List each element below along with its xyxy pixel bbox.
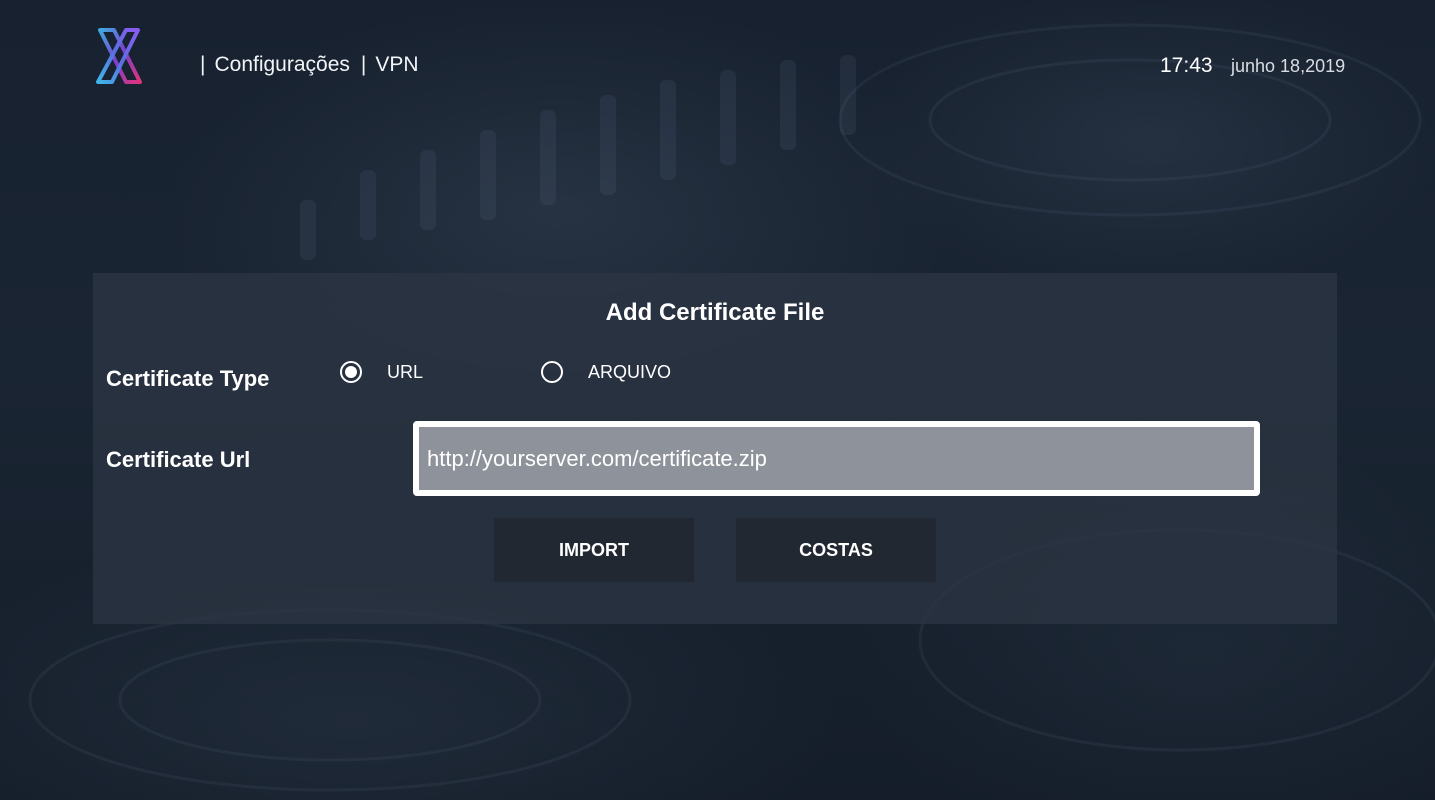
radio-option-arquivo[interactable]: ARQUIVO xyxy=(541,357,671,387)
certificate-url-input[interactable] xyxy=(419,427,1254,490)
back-button[interactable]: COSTAS xyxy=(736,518,936,582)
breadcrumb: | Configurações | VPN xyxy=(200,53,419,77)
certificate-url-label: Certificate Url xyxy=(106,447,251,472)
breadcrumb-separator: | xyxy=(200,53,206,76)
x-logo-icon xyxy=(96,28,142,84)
vpn-settings-screen: | Configurações | VPN 17:43 junho 18,2019 A… xyxy=(0,0,1435,800)
certificate-type-label: Certificate Type xyxy=(106,366,270,391)
certificate-url-field[interactable] xyxy=(413,421,1260,496)
radio-dot xyxy=(345,366,357,378)
add-certificate-dialog: Add Certificate File Certificate Type UR… xyxy=(93,273,1337,624)
import-button[interactable]: IMPORT xyxy=(494,518,694,582)
clock-date: junho 18,2019 xyxy=(1231,56,1346,76)
breadcrumb-separator: | xyxy=(360,53,367,76)
radio-label-url: URL xyxy=(387,361,424,382)
breadcrumb-section: Configurações xyxy=(214,53,350,76)
radio-unselected-icon xyxy=(541,361,563,383)
clock-time: 17:43 xyxy=(1160,54,1213,77)
radio-selected-icon xyxy=(340,361,362,383)
breadcrumb-page: VPN xyxy=(375,53,419,76)
radio-label-arquivo: ARQUIVO xyxy=(588,361,672,382)
dialog-title: Add Certificate File xyxy=(605,299,825,326)
radio-option-url[interactable]: URL xyxy=(340,357,423,387)
